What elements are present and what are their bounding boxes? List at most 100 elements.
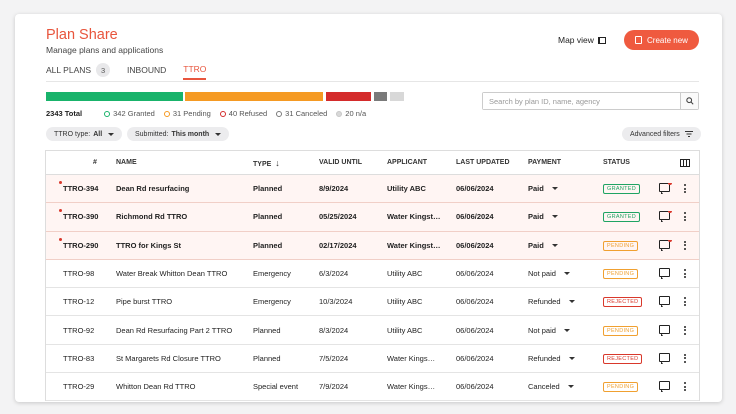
message-button[interactable]	[659, 381, 673, 393]
col-status[interactable]: STATUS	[603, 159, 643, 166]
table-row[interactable]: TTRO-390 Richmond Rd TTRO Planned 05/25/202…	[46, 203, 699, 232]
col-name[interactable]: NAME	[116, 159, 246, 166]
map-view-button[interactable]: Map view	[558, 35, 606, 45]
col-payment[interactable]: PAYMENT	[528, 159, 598, 166]
payment-dropdown[interactable]: Refunded	[528, 354, 598, 363]
columns-icon[interactable]	[680, 158, 690, 167]
row-id[interactable]: TTRO-12	[63, 297, 113, 306]
row-valid-until: 05/25/2024	[319, 212, 357, 222]
granted-label: 342 Granted	[113, 109, 155, 118]
row-applicant: Utility ABC	[387, 297, 423, 307]
status-badge: PENDING	[603, 240, 639, 251]
row-applicant: Water Kingst…	[387, 240, 441, 250]
table-row[interactable]: TTRO-92 Dean Rd Resurfacing Part 2 TTRO Pl…	[46, 316, 699, 345]
bar-na	[390, 92, 404, 101]
row-name[interactable]: Pipe burst TTRO	[116, 297, 246, 306]
table-row[interactable]: TTRO-290 TTRO for Kings St Planned 02/17/20…	[46, 231, 699, 260]
row-name[interactable]: Dean Rd Resurfacing Part 2 TTRO	[116, 326, 246, 335]
unread-indicator	[59, 209, 62, 213]
search-button[interactable]	[680, 93, 698, 109]
table-row[interactable]: TTRO-12 Pipe burst TTRO Emergency 10/3/2024…	[46, 288, 699, 317]
tab-all-plans[interactable]: ALL PLANS 3	[46, 60, 111, 80]
chevron-down-icon	[108, 132, 115, 136]
table-row[interactable]: TTRO-29 Whitton Dean Rd TTRO Special event…	[46, 373, 699, 402]
row-id[interactable]: TTRO-290	[63, 241, 113, 250]
chevron-down-icon	[567, 385, 574, 389]
tab-inbound[interactable]: INBOUND	[127, 60, 166, 80]
message-button[interactable]	[659, 268, 673, 280]
payment-dropdown[interactable]: Refunded	[528, 297, 598, 306]
row-id[interactable]: TTRO-29	[63, 382, 113, 391]
row-id[interactable]: TTRO-98	[63, 269, 113, 278]
more-actions-button[interactable]	[682, 297, 688, 307]
canceled-stat: 31 Canceled	[276, 109, 327, 118]
col-type-label: TYPE	[253, 160, 272, 168]
status-badge: PENDING	[603, 269, 639, 280]
payment-dropdown[interactable]: Paid	[528, 212, 598, 221]
more-vertical-icon	[682, 240, 688, 250]
map-view-label: Map view	[558, 35, 594, 45]
payment-dropdown[interactable]: Not paid	[528, 326, 598, 335]
granted-stat: 342 Granted	[104, 109, 155, 118]
row-name[interactable]: Richmond Rd TTRO	[116, 212, 246, 221]
payment-dropdown[interactable]: Paid	[528, 241, 598, 250]
submitted-filter-label: Submitted:	[135, 130, 169, 138]
create-new-button[interactable]: Create new	[624, 30, 699, 50]
more-vertical-icon	[682, 325, 688, 335]
message-button[interactable]	[659, 324, 673, 336]
status-cell: GRANTED	[603, 183, 643, 195]
row-name[interactable]: TTRO for Kings St	[116, 241, 246, 250]
more-actions-button[interactable]	[682, 382, 688, 392]
message-button[interactable]	[659, 211, 673, 223]
more-actions-button[interactable]	[682, 353, 688, 363]
more-vertical-icon	[682, 269, 688, 279]
table-row[interactable]: TTRO-83 St Margarets Rd Closure TTRO Plann…	[46, 345, 699, 374]
col-last-updated[interactable]: LAST UPDATED	[456, 159, 516, 166]
message-button[interactable]	[659, 352, 673, 364]
more-actions-button[interactable]	[682, 240, 688, 250]
ttro-type-filter[interactable]: TTRO type: All	[46, 127, 123, 141]
notification-dot	[668, 211, 672, 214]
col-type[interactable]: TYPE ↓	[253, 158, 313, 168]
more-actions-button[interactable]	[682, 184, 688, 194]
row-name[interactable]: St Margarets Rd Closure TTRO	[116, 354, 246, 363]
more-actions-button[interactable]	[682, 325, 688, 335]
chevron-down-icon	[215, 132, 222, 136]
payment-dropdown[interactable]: Canceled	[528, 382, 598, 391]
col-valid-until[interactable]: VALID UNTIL	[319, 159, 379, 166]
row-name[interactable]: Dean Rd resurfacing	[116, 184, 246, 193]
submitted-filter[interactable]: Submitted: This month	[127, 127, 230, 141]
row-id[interactable]: TTRO-83	[63, 354, 113, 363]
advanced-filters-button[interactable]: Advanced filters	[622, 127, 701, 141]
row-id[interactable]: TTRO-390	[63, 212, 113, 221]
message-button[interactable]	[659, 239, 673, 251]
search-input[interactable]	[483, 93, 680, 109]
chat-icon	[659, 352, 670, 364]
col-applicant[interactable]: APPLICANT	[387, 159, 449, 166]
canceled-label: 31 Canceled	[285, 109, 328, 118]
filter-icon	[684, 131, 693, 137]
row-id[interactable]: TTRO-92	[63, 326, 113, 335]
chevron-down-icon	[568, 300, 575, 304]
unread-indicator	[59, 237, 62, 241]
total-count: 2343 Total	[46, 109, 83, 118]
table-row[interactable]: TTRO-394 Dean Rd resurfacing Planned 8/9/20…	[46, 175, 699, 204]
row-name[interactable]: Whitton Dean Rd TTRO	[116, 382, 246, 391]
row-last-updated: 06/06/2024	[456, 269, 494, 279]
bar-canceled	[374, 92, 387, 101]
row-id[interactable]: TTRO-394	[63, 184, 113, 193]
tab-ttro[interactable]: TTRO	[183, 60, 207, 80]
payment-dropdown[interactable]: Not paid	[528, 269, 598, 278]
status-badge: PENDING	[603, 382, 639, 393]
bar-pending	[185, 92, 323, 101]
more-actions-button[interactable]	[682, 269, 688, 279]
message-button[interactable]	[659, 183, 673, 195]
message-button[interactable]	[659, 296, 673, 308]
more-vertical-icon	[682, 297, 688, 307]
search-box	[482, 92, 699, 110]
more-actions-button[interactable]	[682, 212, 688, 222]
table-row[interactable]: TTRO-98 Water Break Whitton Dean TTRO Emer…	[46, 260, 699, 289]
payment-dropdown[interactable]: Paid	[528, 184, 598, 193]
status-cell: PENDING	[603, 268, 643, 280]
row-name[interactable]: Water Break Whitton Dean TTRO	[116, 269, 246, 278]
